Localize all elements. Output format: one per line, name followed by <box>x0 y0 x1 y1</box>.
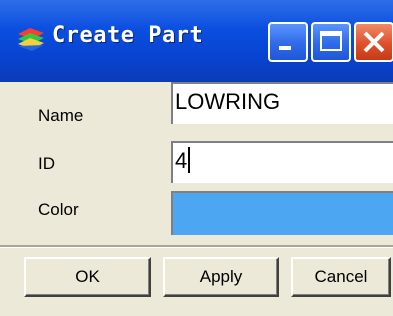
minimize-button[interactable] <box>268 22 308 62</box>
close-icon <box>363 31 385 53</box>
id-label: ID <box>38 154 55 173</box>
apply-button[interactable]: Apply <box>163 257 279 297</box>
name-value: LOWRING <box>175 89 281 114</box>
name-field[interactable]: LOWRING <box>171 82 393 124</box>
id-value: 4 <box>175 148 188 173</box>
maximize-button[interactable] <box>311 22 351 62</box>
cancel-label: Cancel <box>314 267 368 286</box>
minimize-icon <box>279 46 291 50</box>
text-cursor <box>188 147 191 173</box>
create-part-dialog: Create Part Name LOWRING ID 4 Color OK A… <box>0 0 393 316</box>
close-button[interactable] <box>354 22 393 62</box>
name-label: Name <box>38 106 84 125</box>
apply-label: Apply <box>199 267 243 286</box>
part-stack-icon <box>16 26 46 52</box>
cancel-button[interactable]: Cancel <box>291 257 391 297</box>
ok-button[interactable]: OK <box>24 257 151 297</box>
color-swatch[interactable] <box>171 191 393 235</box>
button-bar: OK Apply Cancel <box>0 248 393 316</box>
id-field[interactable]: 4 <box>171 141 393 183</box>
maximize-icon <box>320 31 342 51</box>
window-title: Create Part <box>52 23 204 48</box>
color-label: Color <box>38 200 79 219</box>
form-area: Name LOWRING ID 4 Color <box>0 82 393 245</box>
ok-label: OK <box>75 267 100 286</box>
title-bar[interactable]: Create Part <box>0 0 393 82</box>
